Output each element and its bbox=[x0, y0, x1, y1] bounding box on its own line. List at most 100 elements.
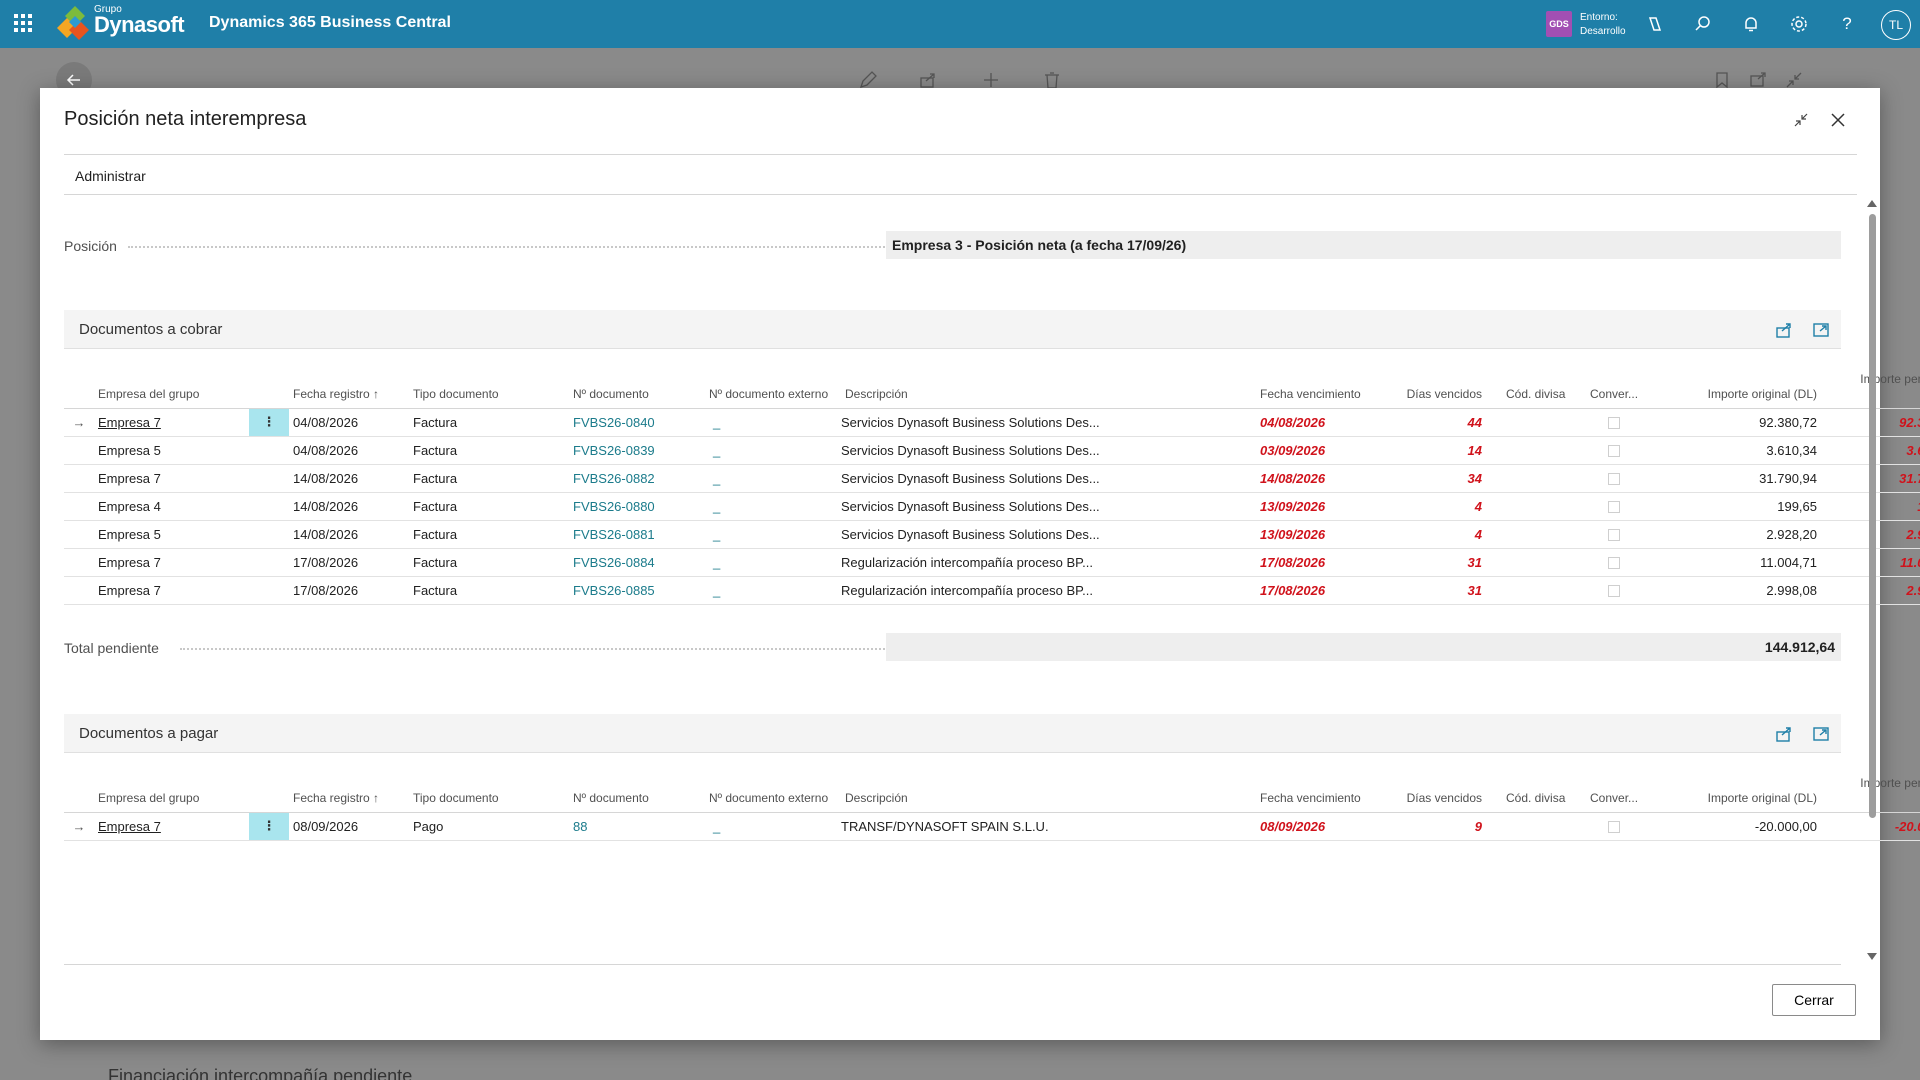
cell-ndoc-ext[interactable]: _ bbox=[705, 492, 841, 521]
col-divisa[interactable]: Cód. divisa bbox=[1486, 754, 1586, 813]
col-imp-orig[interactable]: Importe original (DL) bbox=[1641, 754, 1821, 813]
cell-ndoc-ext[interactable]: _ bbox=[705, 548, 841, 577]
row-menu-icon[interactable] bbox=[249, 548, 289, 577]
cell-ndoc[interactable]: FVBS26-0839 bbox=[569, 436, 705, 465]
conversion-checkbox[interactable] bbox=[1607, 529, 1620, 542]
copilot-icon[interactable] bbox=[1643, 12, 1667, 36]
col-dias[interactable]: Días vencidos bbox=[1386, 754, 1486, 813]
col-ndoc-ext[interactable]: Nº documento externo bbox=[705, 350, 841, 409]
search-icon[interactable] bbox=[1691, 12, 1715, 36]
payables-title[interactable]: Documentos a pagar bbox=[79, 725, 218, 742]
cell-empresa[interactable]: Empresa 7 bbox=[94, 812, 249, 841]
col-fecha[interactable]: Fecha registro ↑ bbox=[289, 754, 409, 813]
scroll-up-icon[interactable] bbox=[1866, 198, 1878, 208]
col-venc[interactable]: Fecha vencimiento bbox=[1256, 350, 1386, 409]
app-launcher-icon[interactable] bbox=[14, 14, 32, 32]
col-ndoc[interactable]: Nº documento bbox=[569, 754, 705, 813]
conversion-checkbox[interactable] bbox=[1607, 585, 1620, 598]
edit-icon[interactable] bbox=[858, 70, 878, 90]
cell-empresa[interactable]: Empresa 7 bbox=[94, 548, 249, 577]
row-selector-arrow-icon[interactable] bbox=[64, 520, 94, 549]
environment-info[interactable]: Entorno: Desarrollo bbox=[1580, 11, 1626, 39]
col-conver[interactable]: Conver... bbox=[1586, 754, 1641, 813]
table-row[interactable]: Empresa 5 04/08/2026 Factura FVBS26-0839 _ Se… bbox=[64, 436, 1920, 465]
col-conver[interactable]: Conver... bbox=[1586, 350, 1641, 409]
cell-empresa[interactable]: Empresa 7 bbox=[94, 464, 249, 493]
col-empresa[interactable]: Empresa del grupo bbox=[94, 754, 249, 813]
col-venc[interactable]: Fecha vencimiento bbox=[1256, 754, 1386, 813]
row-menu-icon[interactable] bbox=[249, 492, 289, 521]
collapse-icon[interactable] bbox=[1784, 70, 1804, 90]
table-row[interactable]: → Empresa 7 ⋮ 08/09/2026 Pago 88 _ TRANSF/DYNAS… bbox=[64, 812, 1920, 841]
row-selector-arrow-icon[interactable]: → bbox=[64, 812, 94, 841]
table-row[interactable]: Empresa 7 17/08/2026 Factura FVBS26-0885 _ Re… bbox=[64, 576, 1920, 605]
cell-ndoc[interactable]: FVBS26-0884 bbox=[569, 548, 705, 577]
row-menu-icon[interactable] bbox=[249, 436, 289, 465]
collapse-dialog-icon[interactable] bbox=[1787, 106, 1815, 134]
col-dias[interactable]: Días vencidos bbox=[1386, 350, 1486, 409]
menu-administrar[interactable]: Administrar bbox=[75, 168, 146, 184]
row-selector-arrow-icon[interactable] bbox=[64, 464, 94, 493]
cell-empresa[interactable]: Empresa 7 bbox=[94, 576, 249, 605]
help-icon[interactable]: ? bbox=[1835, 12, 1859, 36]
cell-empresa[interactable]: Empresa 4 bbox=[94, 492, 249, 521]
col-imp-orig[interactable]: Importe original (DL) bbox=[1641, 350, 1821, 409]
receivables-title[interactable]: Documentos a cobrar bbox=[79, 321, 222, 338]
col-ndoc[interactable]: Nº documento bbox=[569, 350, 705, 409]
table-row[interactable]: Empresa 7 14/08/2026 Factura FVBS26-0882 _ Se… bbox=[64, 464, 1920, 493]
cell-ndoc-ext[interactable]: _ bbox=[705, 464, 841, 493]
conversion-checkbox[interactable] bbox=[1607, 473, 1620, 486]
cell-ndoc[interactable]: FVBS26-0840 bbox=[569, 408, 705, 437]
expand-icon[interactable] bbox=[1811, 320, 1831, 340]
scrollbar-thumb[interactable] bbox=[1869, 214, 1876, 818]
cell-ndoc[interactable]: 88 bbox=[569, 812, 705, 841]
cell-empresa[interactable]: Empresa 5 bbox=[94, 520, 249, 549]
row-selector-arrow-icon[interactable] bbox=[64, 492, 94, 521]
col-imp-pend[interactable]: Importe pendiente (DL) bbox=[1841, 350, 1920, 409]
add-icon[interactable] bbox=[981, 70, 1001, 90]
conversion-checkbox[interactable] bbox=[1607, 445, 1620, 458]
environment-badge[interactable]: GDS bbox=[1546, 11, 1572, 37]
cell-ndoc-ext[interactable]: _ bbox=[705, 408, 841, 437]
col-tipo[interactable]: Tipo documento bbox=[409, 350, 569, 409]
col-divisa[interactable]: Cód. divisa bbox=[1486, 350, 1586, 409]
cell-ndoc-ext[interactable]: _ bbox=[705, 436, 841, 465]
col-desc[interactable]: Descripción bbox=[841, 350, 1256, 409]
close-icon[interactable] bbox=[1824, 106, 1852, 134]
bell-icon[interactable] bbox=[1739, 12, 1763, 36]
cell-empresa[interactable]: Empresa 5 bbox=[94, 436, 249, 465]
share-icon[interactable] bbox=[1774, 320, 1794, 340]
row-menu-icon[interactable] bbox=[249, 576, 289, 605]
delete-icon[interactable] bbox=[1042, 70, 1062, 90]
conversion-checkbox[interactable] bbox=[1607, 821, 1620, 834]
share-icon[interactable] bbox=[1774, 724, 1794, 744]
col-fecha[interactable]: Fecha registro ↑ bbox=[289, 350, 409, 409]
table-row[interactable]: Empresa 5 14/08/2026 Factura FVBS26-0881 _ Se… bbox=[64, 520, 1920, 549]
close-button[interactable]: Cerrar bbox=[1772, 984, 1856, 1016]
expand-icon[interactable] bbox=[1811, 724, 1831, 744]
col-desc[interactable]: Descripción bbox=[841, 754, 1256, 813]
table-row[interactable]: Empresa 4 14/08/2026 Factura FVBS26-0880 _ Se… bbox=[64, 492, 1920, 521]
row-menu-icon[interactable]: ⋮ bbox=[249, 408, 289, 437]
table-row[interactable]: Empresa 7 17/08/2026 Factura FVBS26-0884 _ Re… bbox=[64, 548, 1920, 577]
cell-ndoc[interactable]: FVBS26-0885 bbox=[569, 576, 705, 605]
table-row[interactable]: → Empresa 7 ⋮ 04/08/2026 Factura FVBS26-0840 _… bbox=[64, 408, 1920, 437]
conversion-checkbox[interactable] bbox=[1607, 501, 1620, 514]
share-icon[interactable] bbox=[918, 70, 938, 90]
col-empresa[interactable]: Empresa del grupo bbox=[94, 350, 249, 409]
col-ndoc-ext[interactable]: Nº documento externo bbox=[705, 754, 841, 813]
conversion-checkbox[interactable] bbox=[1607, 557, 1620, 570]
gear-icon[interactable] bbox=[1787, 12, 1811, 36]
col-tipo[interactable]: Tipo documento bbox=[409, 754, 569, 813]
user-avatar[interactable]: TL bbox=[1881, 10, 1911, 40]
bookmark-icon[interactable] bbox=[1712, 70, 1732, 90]
cell-ndoc-ext[interactable]: _ bbox=[705, 520, 841, 549]
cell-ndoc-ext[interactable]: _ bbox=[705, 576, 841, 605]
cell-ndoc[interactable]: FVBS26-0882 bbox=[569, 464, 705, 493]
cell-empresa[interactable]: Empresa 7 bbox=[94, 408, 249, 437]
open-new-window-icon[interactable] bbox=[1748, 70, 1768, 90]
row-selector-arrow-icon[interactable]: → bbox=[64, 408, 94, 437]
row-menu-icon[interactable] bbox=[249, 520, 289, 549]
row-selector-arrow-icon[interactable] bbox=[64, 436, 94, 465]
row-selector-arrow-icon[interactable] bbox=[64, 576, 94, 605]
